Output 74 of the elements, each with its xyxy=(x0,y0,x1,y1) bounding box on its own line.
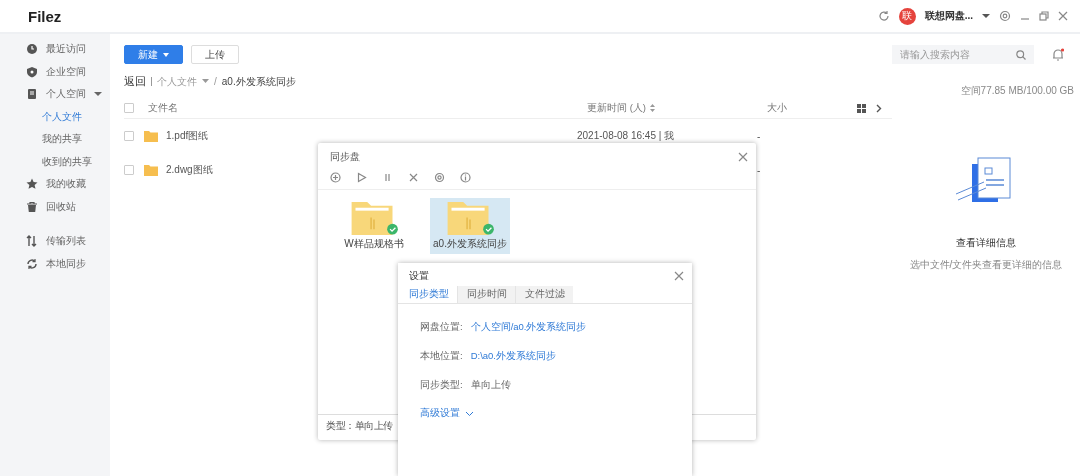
detail-title: 查看详细信息 xyxy=(956,236,1016,250)
search-icon[interactable] xyxy=(1016,49,1026,60)
folder-icon xyxy=(144,164,158,176)
new-button[interactable]: 新建 xyxy=(124,45,183,64)
column-header: 文件名 xyxy=(148,101,179,115)
breadcrumb-item[interactable]: 个人文件 xyxy=(157,74,197,89)
restore-icon[interactable] xyxy=(1039,11,1049,21)
column-header[interactable]: 更新时间 (人) xyxy=(587,101,646,115)
breadcrumb-separator: / xyxy=(214,76,217,87)
trash-icon xyxy=(26,200,38,213)
add-circle-icon[interactable] xyxy=(330,172,341,183)
field-label: 本地位置: xyxy=(420,349,463,363)
caret-down-icon xyxy=(163,52,169,57)
checkbox[interactable] xyxy=(124,165,134,175)
path-link[interactable]: D:\a0.外发系统同步 xyxy=(470,349,556,363)
bell-icon[interactable] xyxy=(1052,48,1064,61)
refresh-icon[interactable] xyxy=(877,10,890,22)
table-cell-text: - xyxy=(757,130,762,142)
shield-icon xyxy=(26,65,38,78)
sidebar-item[interactable]: 我的共享 xyxy=(0,128,110,151)
user-name[interactable]: 联想网盘... xyxy=(924,9,973,23)
sidebar-item[interactable]: 企业空间 xyxy=(0,60,110,83)
field-label: 同步类型: xyxy=(420,378,463,392)
sidebar-item[interactable]: 个人文件 xyxy=(0,105,110,128)
sidebar-item[interactable]: 个人空间 xyxy=(0,83,110,106)
clock-icon xyxy=(26,43,38,56)
sync-icon xyxy=(26,257,38,270)
column-header: 大小 xyxy=(767,101,788,115)
back-link[interactable]: 返回 xyxy=(124,74,146,89)
checkbox[interactable] xyxy=(124,131,134,141)
field-value: 单向上传 xyxy=(470,378,511,392)
close-icon[interactable] xyxy=(408,172,419,183)
file-name[interactable]: 2.dwg图纸 xyxy=(166,163,213,177)
transfer-icon xyxy=(26,235,38,248)
tab[interactable]: 同步时间 xyxy=(457,286,515,303)
upload-button[interactable]: 上传 xyxy=(191,45,239,64)
close-icon[interactable] xyxy=(738,151,748,162)
caret-down-icon[interactable] xyxy=(982,13,990,19)
breadcrumb-item[interactable]: a0.外发系统同步 xyxy=(221,74,296,89)
grid-view-icon[interactable] xyxy=(857,103,866,113)
file-name[interactable]: 1.pdf图纸 xyxy=(166,129,209,143)
pause-icon[interactable] xyxy=(382,172,393,183)
sidebar-item[interactable]: 回收站 xyxy=(0,195,110,218)
sync-folder[interactable]: W样品规格书 xyxy=(334,198,414,254)
folder-icon xyxy=(144,130,158,142)
sort-icon[interactable] xyxy=(649,104,655,112)
tab[interactable]: 文件过滤 xyxy=(515,286,573,303)
close-icon[interactable] xyxy=(674,270,684,281)
star-icon xyxy=(26,178,38,191)
checkbox[interactable] xyxy=(124,103,134,113)
storage-usage: 空间77.85 MB/100.00 GB xyxy=(960,84,1074,98)
dialog-title: 设置 xyxy=(409,268,429,283)
play-icon[interactable] xyxy=(356,172,367,183)
sidebar-item[interactable]: 传输列表 xyxy=(0,230,110,253)
settings-icon[interactable] xyxy=(434,172,445,183)
sidebar-item[interactable]: 收到的共享 xyxy=(0,150,110,173)
detail-description: 选中文件/文件夹查看更详细的信息 xyxy=(909,258,1063,272)
sidebar-item[interactable]: 最近访问 xyxy=(0,38,110,61)
table-cell: 2021-08-08 16:45 | 我 xyxy=(577,129,675,143)
path-link[interactable]: 个人空间/a0.外发系统同步 xyxy=(470,320,587,334)
caret-icon[interactable] xyxy=(94,91,102,98)
user-avatar[interactable]: 联 xyxy=(898,7,916,25)
chevron-right-icon[interactable] xyxy=(876,103,882,113)
close-icon[interactable] xyxy=(1058,11,1068,21)
dialog-title: 同步盘 xyxy=(330,149,360,164)
table-cell-text: - xyxy=(757,164,762,176)
app-logo: Filez xyxy=(28,7,62,25)
settings-icon[interactable] xyxy=(999,10,1011,22)
sync-folder[interactable]: a0.外发系统同步 xyxy=(430,198,510,254)
sidebar-item[interactable]: 本地同步 xyxy=(0,252,110,275)
info-icon[interactable] xyxy=(460,172,471,183)
sidebar-item[interactable]: 我的收藏 xyxy=(0,173,110,196)
field-label: 网盘位置: xyxy=(420,320,463,334)
book-icon xyxy=(26,88,38,101)
